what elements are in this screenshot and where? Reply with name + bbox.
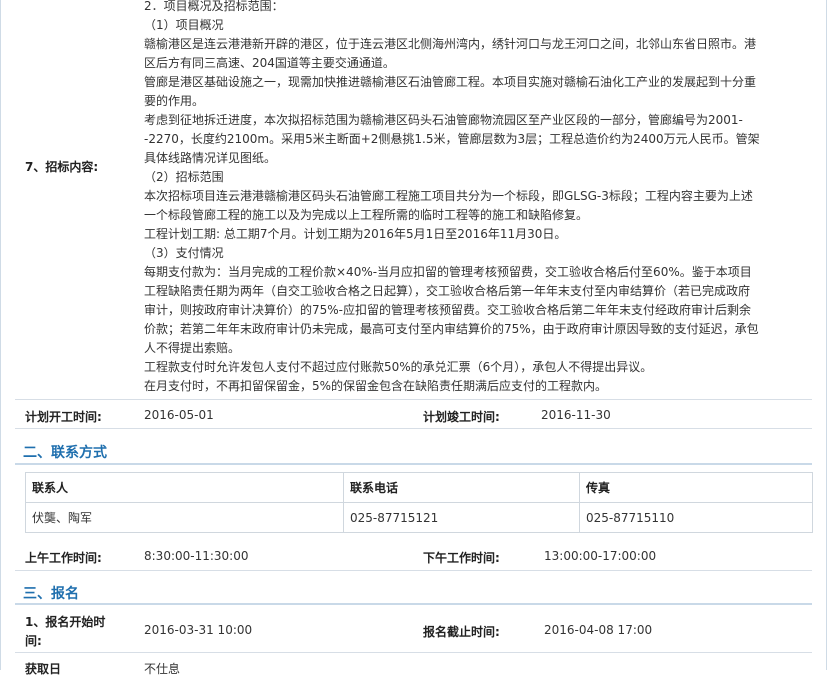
pm-hours-value: 13:00:00-17:00:00 bbox=[544, 549, 657, 563]
contact-table: 联系人 联系电话 传真 伏龑、陶军 025-87715121 025-87715… bbox=[25, 472, 813, 533]
am-hours-value: 8:30:00-11:30:00 bbox=[144, 549, 249, 563]
pm-hours-label: 下午工作时间: bbox=[423, 551, 500, 565]
content-line: 工程缺陷责任期为两年（自交工验收合格之日起算），交工验收合格后第一年年末支付至内… bbox=[144, 284, 751, 298]
content-line: 本次招标项目连云港港赣榆港区码头石油管廊工程施工项目共分为一个标段，即GLSG-… bbox=[144, 189, 753, 203]
header-fax: 传真 bbox=[579, 472, 813, 503]
content-line: 工程计划工期: 总工期7个月。计划工期为2016年5月1日至2016年11月30… bbox=[144, 227, 567, 241]
content-line: 管廊是港区基础设施之一，现需加快推进赣榆港区石油管廊工程。本项目实施对赣榆石油化… bbox=[144, 75, 757, 89]
bidding-content-text: 2．项目概况及招标范围： （1）项目概况赣榆港区是连云港港新开辟的港区，位于连云港… bbox=[144, 0, 809, 396]
content-line: （1）项目概况 bbox=[144, 18, 224, 32]
divider bbox=[15, 570, 812, 571]
partial-label: 获取日 bbox=[25, 662, 62, 676]
divider bbox=[15, 428, 812, 429]
header-phone: 联系电话 bbox=[343, 472, 580, 503]
content-line: 2．项目概况及招标范围： bbox=[144, 0, 284, 13]
content-line: 审计，则按政府审计决算价）的75%-应扣留的管理考核预留费。交工验收合格后第二年… bbox=[144, 303, 752, 317]
divider bbox=[15, 652, 812, 653]
content-line: 赣榆港区是连云港港新开辟的港区，位于连云港区北侧海州湾内，绣针河口与龙王河口之间… bbox=[144, 37, 757, 51]
planned-end-value: 2016-11-30 bbox=[541, 408, 611, 422]
content-line: 要的作用。 bbox=[144, 94, 205, 108]
registration-section-title: 三、报名 bbox=[23, 586, 79, 602]
phone-value: 025-87715121 bbox=[343, 502, 580, 533]
registration-start-label-line1: 1、报名开始时 bbox=[25, 615, 106, 629]
content-line: （3）支付情况 bbox=[144, 246, 224, 260]
table-row: 伏龑、陶军 025-87715121 025-87715110 bbox=[25, 502, 813, 533]
am-hours-label: 上午工作时间: bbox=[25, 551, 102, 565]
partial-value: 不仕息 bbox=[144, 662, 181, 676]
section-rule bbox=[15, 463, 812, 465]
registration-end-label: 报名截止时间: bbox=[423, 625, 500, 639]
planned-start-value: 2016-05-01 bbox=[144, 408, 214, 422]
header-contact-person: 联系人 bbox=[25, 472, 344, 503]
content-line: 考虑到征地拆迁进度，本次拟招标范围为赣榆港区码头石油管廊物流园区至产业区段的一部… bbox=[144, 113, 743, 127]
planned-end-label: 计划竣工时间: bbox=[423, 410, 500, 424]
content-line: 区后方有同三高速、204国道等主要交通通道。 bbox=[144, 56, 395, 70]
content-line: 工程款支付时允许发包人支付不超过应付账款50%的承兑汇票（6个月），承包人不得提… bbox=[144, 360, 653, 374]
content-line: 价款；若第二年年末政府审计仍未完成，最高可支付至内审结算价的75%，由于政府审计… bbox=[144, 322, 759, 336]
bidding-content-label: 7、招标内容: bbox=[25, 160, 99, 174]
registration-start-label: 1、报名开始时 间: bbox=[25, 613, 105, 651]
content-line: 一个标段管廊工程的施工以及为完成以上工程所需的临时工程等的施工和缺陷修复。 bbox=[144, 208, 589, 222]
planned-start-label: 计划开工时间: bbox=[25, 410, 102, 424]
section-rule bbox=[15, 603, 812, 605]
content-line: （2）招标范围 bbox=[144, 170, 224, 184]
content-line: 每期支付款为：当月完成的工程价款×40%-当月应扣留的管理考核预留费，交工验收合… bbox=[144, 265, 752, 279]
divider bbox=[15, 399, 812, 400]
content-line: 具体线路情况详见图纸。 bbox=[144, 151, 277, 165]
contact-person-value: 伏龑、陶军 bbox=[25, 502, 344, 533]
fax-value: 025-87715110 bbox=[579, 502, 813, 533]
contact-section-title: 二、联系方式 bbox=[23, 445, 107, 461]
table-header-row: 联系人 联系电话 传真 bbox=[25, 472, 813, 503]
content-line: 在月支付时，不再扣留保留金，5%的保留金包含在缺陷责任期满后应支付的工程款内。 bbox=[144, 379, 608, 393]
content-line: 人不得提出索赔。 bbox=[144, 341, 241, 355]
content-line: -2270，长度约2100m。采用5米主断面+2侧悬挑1.5米，管廊层数为3层；… bbox=[144, 132, 760, 146]
registration-start-value: 2016-03-31 10:00 bbox=[144, 623, 253, 637]
registration-end-value: 2016-04-08 17:00 bbox=[544, 623, 653, 637]
registration-start-label-line2: 间: bbox=[25, 634, 42, 648]
